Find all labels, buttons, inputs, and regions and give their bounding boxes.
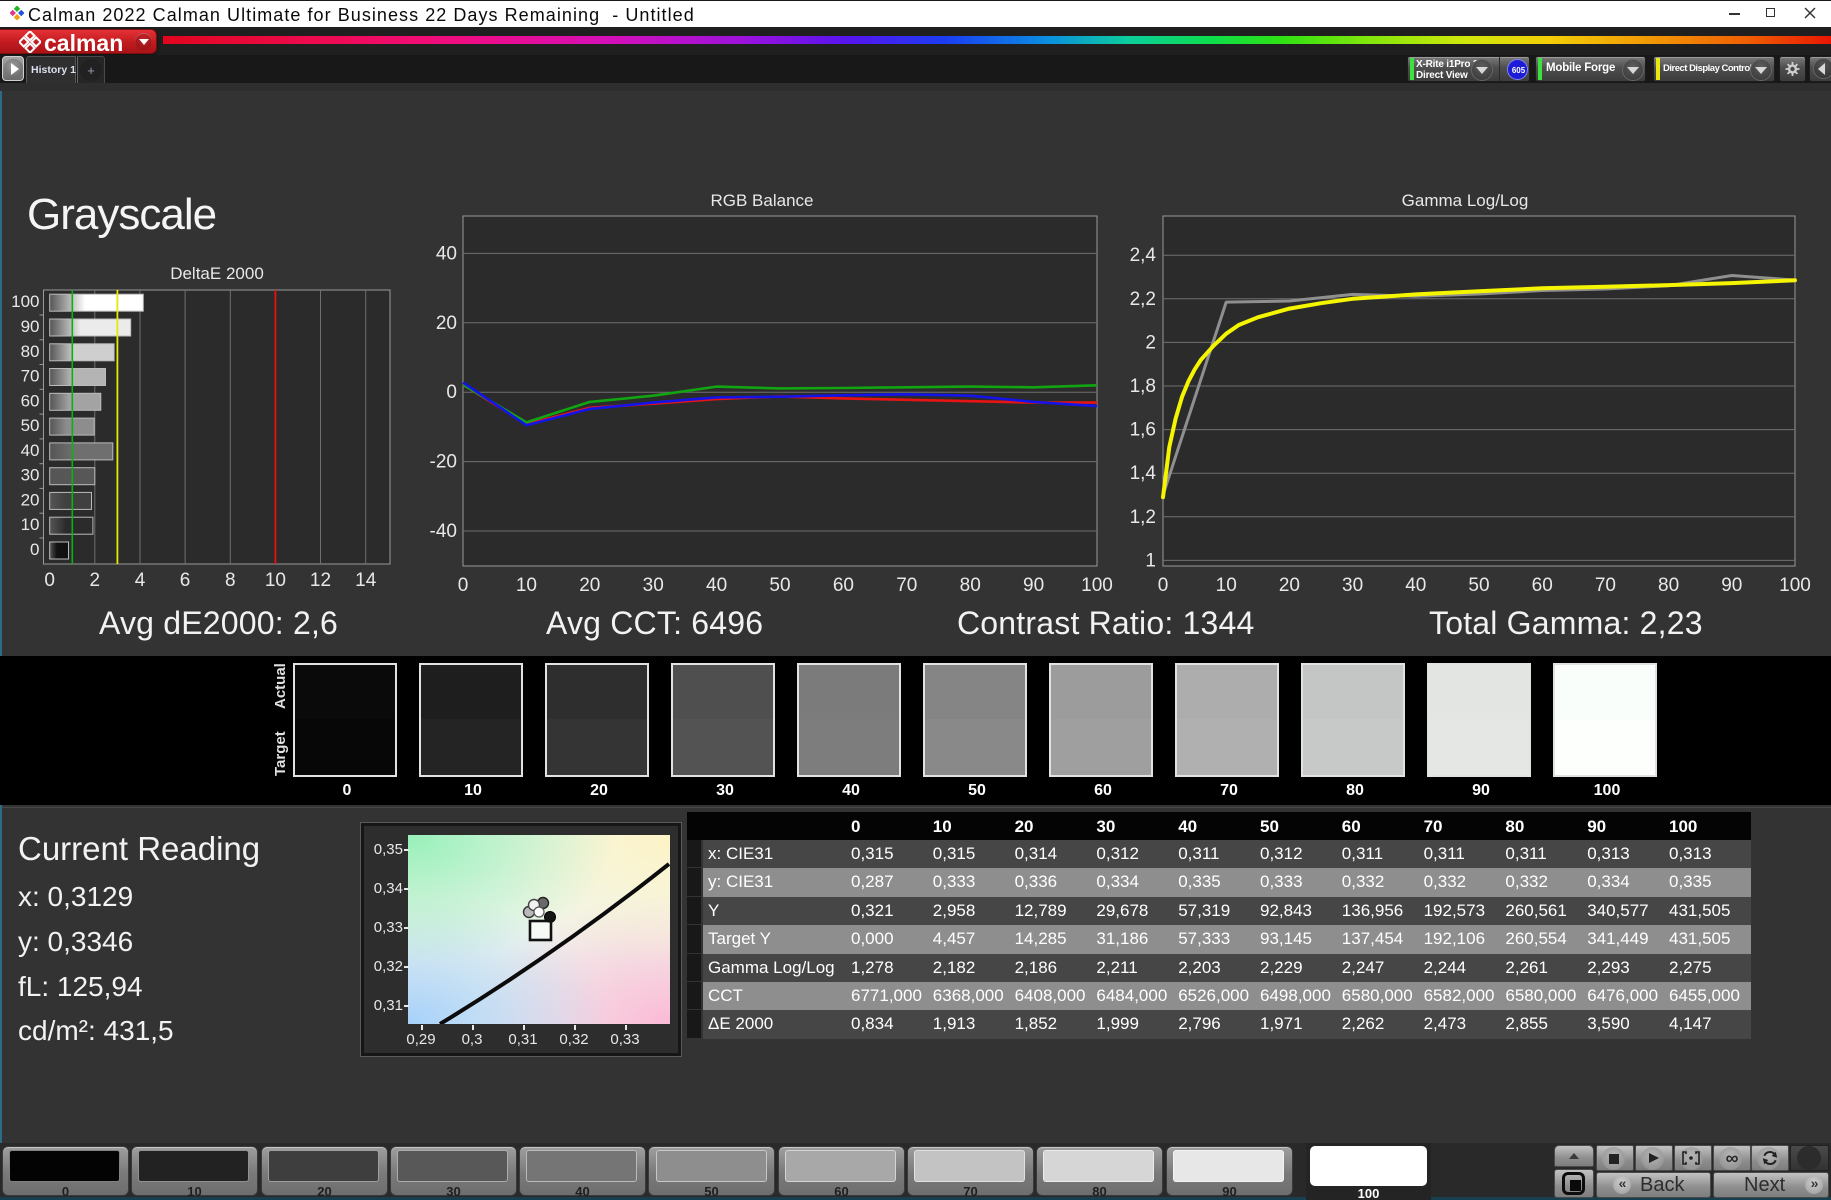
svg-text:RGB Balance: RGB Balance: [711, 191, 814, 210]
svg-text:40: 40: [21, 441, 40, 460]
svg-text:10: 10: [516, 575, 537, 596]
svg-text:6: 6: [180, 570, 191, 591]
svg-text:40: 40: [706, 575, 727, 596]
svg-text:60: 60: [21, 391, 40, 410]
svg-text:80: 80: [960, 575, 981, 596]
svg-text:100: 100: [1081, 575, 1113, 596]
svg-text:0: 0: [44, 570, 55, 591]
svg-text:2,4: 2,4: [1130, 245, 1157, 266]
svg-text:20: 20: [579, 575, 600, 596]
svg-text:4: 4: [135, 570, 146, 591]
svg-text:60: 60: [1532, 575, 1553, 596]
svg-text:∞: ∞: [1726, 1148, 1739, 1168]
svg-text:30: 30: [643, 575, 664, 596]
svg-text:60: 60: [833, 575, 854, 596]
svg-text:2,2: 2,2: [1130, 289, 1156, 310]
svg-text:90: 90: [1721, 575, 1742, 596]
svg-text:1: 1: [1145, 550, 1156, 571]
svg-text:14: 14: [355, 570, 377, 591]
svg-text:10: 10: [1216, 575, 1237, 596]
svg-text:0: 0: [446, 382, 457, 403]
svg-text:20: 20: [21, 490, 40, 509]
svg-text:-40: -40: [430, 521, 457, 542]
svg-text:-20: -20: [430, 452, 457, 473]
svg-text:30: 30: [21, 466, 40, 485]
svg-text:50: 50: [21, 416, 40, 435]
svg-text:80: 80: [1658, 575, 1679, 596]
svg-text:70: 70: [21, 367, 40, 386]
svg-text:100: 100: [11, 292, 39, 311]
svg-text:10: 10: [265, 570, 286, 591]
svg-text:80: 80: [21, 342, 40, 361]
svg-text:8: 8: [225, 570, 236, 591]
svg-text:40: 40: [436, 243, 457, 264]
svg-text:70: 70: [1595, 575, 1616, 596]
svg-text:DeltaE 2000: DeltaE 2000: [170, 264, 264, 283]
svg-text:1,4: 1,4: [1130, 463, 1157, 484]
svg-text:20: 20: [1279, 575, 1300, 596]
svg-text:70: 70: [896, 575, 917, 596]
svg-text:100: 100: [1779, 575, 1811, 596]
svg-text:20: 20: [436, 313, 457, 334]
svg-text:0: 0: [30, 540, 39, 559]
svg-text:12: 12: [310, 570, 331, 591]
svg-text:90: 90: [1023, 575, 1044, 596]
svg-text:90: 90: [21, 317, 40, 336]
svg-text:0: 0: [458, 575, 469, 596]
svg-text:10: 10: [21, 515, 40, 534]
svg-text:50: 50: [1468, 575, 1489, 596]
svg-text:1,2: 1,2: [1130, 507, 1156, 528]
svg-text:0: 0: [1158, 575, 1169, 596]
svg-text:2: 2: [90, 570, 101, 591]
svg-text:1,6: 1,6: [1130, 420, 1156, 441]
svg-text:30: 30: [1342, 575, 1363, 596]
svg-text:1,8: 1,8: [1130, 376, 1156, 397]
svg-text:50: 50: [769, 575, 790, 596]
svg-text:Gamma Log/Log: Gamma Log/Log: [1402, 191, 1529, 210]
svg-text:40: 40: [1405, 575, 1426, 596]
svg-text:2: 2: [1145, 332, 1156, 353]
